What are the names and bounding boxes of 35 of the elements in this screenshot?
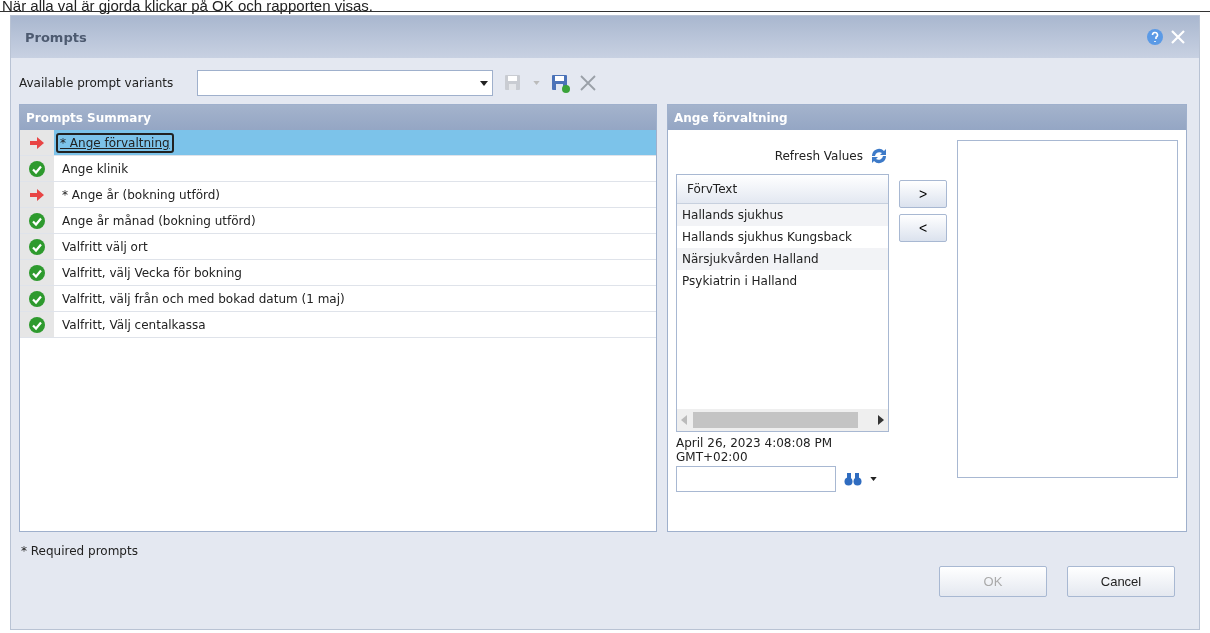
panel-header: Prompts Summary — [20, 105, 656, 130]
delete-icon[interactable] — [580, 75, 597, 91]
check-icon — [29, 212, 45, 229]
variants-label: Available prompt variants — [19, 76, 174, 90]
check-icon — [29, 238, 45, 255]
binoculars-icon[interactable] — [844, 472, 862, 486]
scroll-left-icon[interactable] — [681, 415, 687, 425]
refresh-values-link[interactable]: Refresh Values — [774, 149, 863, 163]
check-icon — [29, 264, 45, 281]
scrollbar[interactable] — [677, 409, 888, 431]
remove-button[interactable]: < — [899, 214, 947, 242]
scroll-right-icon[interactable] — [878, 415, 884, 425]
footnote-text: * Required prompts — [20, 543, 139, 558]
refresh-icon[interactable] — [869, 147, 889, 165]
help-icon[interactable] — [1147, 29, 1163, 45]
column-header: FörvText — [677, 175, 888, 204]
list-item[interactable]: Hallands sjukhus — [677, 204, 888, 226]
caret-icon[interactable] — [870, 477, 877, 481]
caret-icon — [480, 80, 489, 86]
cancel-button[interactable]: Cancel — [1067, 566, 1175, 597]
search-field[interactable] — [676, 466, 836, 492]
prompt-row[interactable]: * Ange förvaltning — [54, 130, 656, 155]
save-as-icon[interactable] — [550, 73, 571, 93]
add-button[interactable]: > — [899, 180, 947, 208]
check-icon — [29, 290, 45, 307]
panel-header: Ange förvaltning — [668, 105, 1186, 130]
arrow-icon — [30, 136, 44, 149]
check-icon — [29, 160, 45, 177]
check-icon — [29, 316, 45, 333]
close-icon[interactable] — [1171, 30, 1185, 44]
arrow-icon — [30, 188, 44, 201]
window-title: Prompts — [25, 29, 87, 45]
timestamp-text: April 26, 2023 4:08:08 PM GMT+02:00 — [676, 436, 834, 464]
variants-dropdown[interactable] — [197, 70, 494, 96]
list-item[interactable]: Närsjukvården Halland — [677, 248, 888, 270]
